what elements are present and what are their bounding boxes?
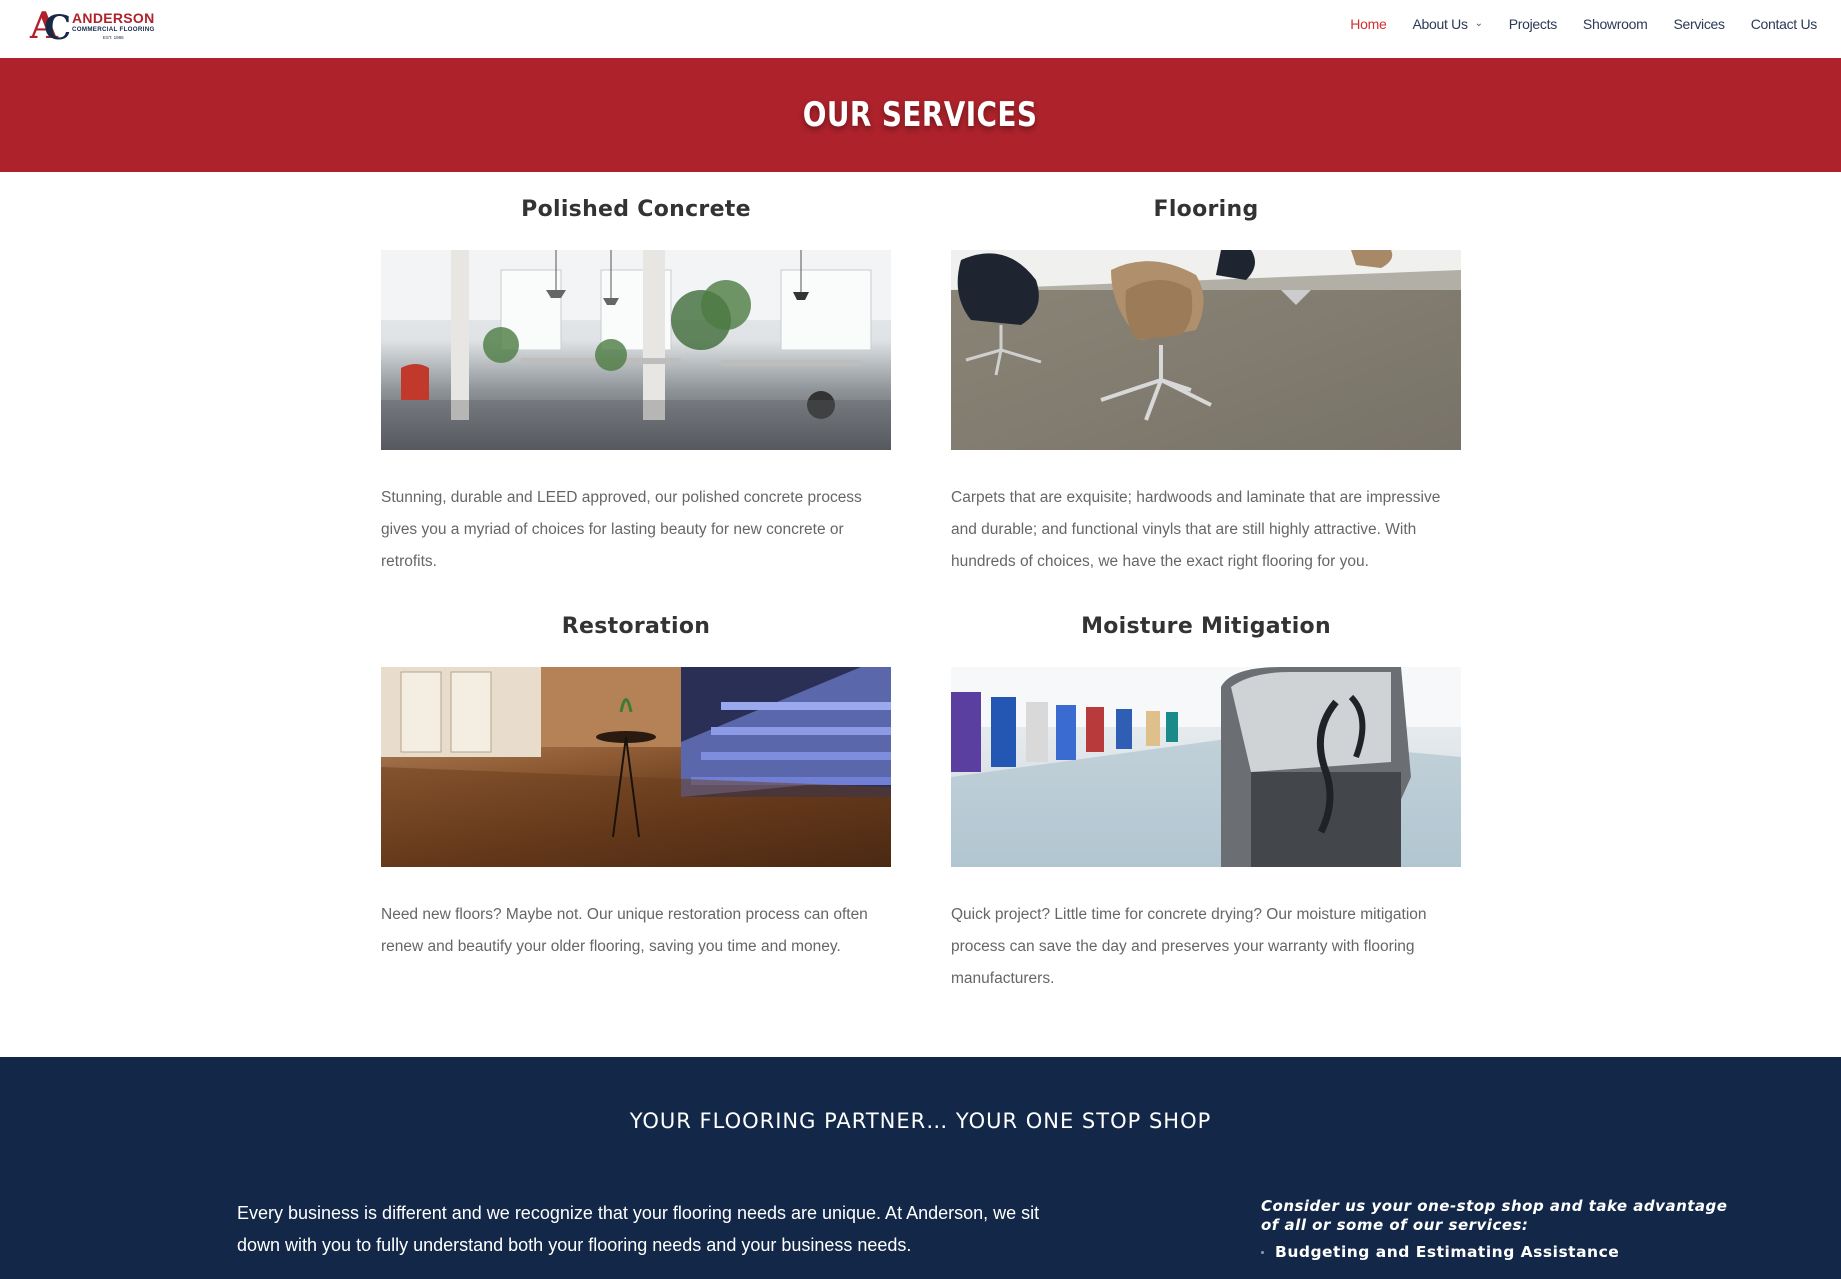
partner-heading: YOUR FLOORING PARTNER… YOUR ONE STOP SHO… (629, 1109, 1212, 1133)
list-item-label: Budgeting and Estimating Assistance (1275, 1243, 1620, 1261)
service-card-flooring: Flooring Carpets that are exquisite; har… (951, 190, 1461, 578)
service-image-flooring (951, 250, 1461, 450)
nav-projects-label: Projects (1508, 16, 1557, 32)
service-card-restoration: Restoration Need new floors? Maybe not. … (381, 607, 891, 963)
partner-consider: Consider us your one-stop shop and take … (1261, 1197, 1728, 1234)
nav-showroom[interactable]: Showroom (1583, 16, 1648, 32)
nav-contact-us[interactable]: Contact Us (1750, 16, 1818, 32)
page-title: OUR SERVICES (803, 95, 1038, 135)
service-title: Restoration (561, 614, 711, 639)
service-image-polished-concrete (381, 250, 891, 450)
logo-subtitle: COMMERCIAL FLOORING (72, 26, 155, 34)
bullet-icon (1261, 1250, 1264, 1254)
nav-services[interactable]: Services (1673, 16, 1725, 32)
nav-projects[interactable]: Projects (1509, 16, 1557, 32)
nav-home[interactable]: Home (1350, 16, 1386, 32)
nav-about-us-label: About Us (1412, 16, 1468, 32)
logo-mark-icon: AC (30, 5, 72, 48)
logo-text: ANDERSON COMMERCIAL FLOORING EST. 1986 (72, 11, 155, 41)
list-item: Budgeting and Estimating Assistance (1261, 1243, 1619, 1261)
chevron-down-icon: ⌄ (1474, 17, 1483, 29)
logo-name: ANDERSON (72, 10, 155, 27)
nav-services-label: Services (1673, 16, 1725, 32)
page-banner: OUR SERVICES (0, 58, 1841, 172)
services-list: Budgeting and Estimating Assistance (1261, 1243, 1619, 1261)
service-description: Carpets that are exquisite; hardwoods an… (951, 489, 1441, 570)
logo-est: EST. 1986 (102, 35, 124, 41)
partner-lead: Every business is different and we recog… (237, 1203, 1040, 1255)
service-title: Moisture Mitigation (1081, 614, 1331, 639)
service-card-polished-concrete: Polished Concrete Stunning, durable and … (381, 190, 891, 578)
service-description: Need new floors? Maybe not. Our unique r… (381, 906, 868, 955)
logo[interactable]: AC ANDERSON COMMERCIAL FLOORING EST. 198… (30, 5, 155, 48)
service-card-moisture-mitigation: Moisture Mitigation Quick project? Littl… (951, 607, 1461, 995)
main-nav: Home About Us ⌄ Projects Showroom Service… (1324, 16, 1817, 32)
service-description: Quick project? Little time for concrete … (951, 906, 1427, 987)
nav-contact-us-label: Contact Us (1750, 16, 1818, 32)
nav-about-us[interactable]: About Us ⌄ (1412, 16, 1483, 32)
service-title: Flooring (1153, 197, 1259, 222)
site-header: AC ANDERSON COMMERCIAL FLOORING EST. 198… (0, 0, 1841, 58)
service-title: Polished Concrete (521, 197, 751, 222)
nav-home-label: Home (1350, 16, 1387, 32)
partner-section: YOUR FLOORING PARTNER… YOUR ONE STOP SHO… (0, 1057, 1841, 1279)
nav-showroom-label: Showroom (1582, 16, 1648, 32)
service-image-restoration (381, 667, 891, 867)
service-image-moisture-mitigation (951, 667, 1461, 867)
service-description: Stunning, durable and LEED approved, our… (381, 489, 862, 570)
